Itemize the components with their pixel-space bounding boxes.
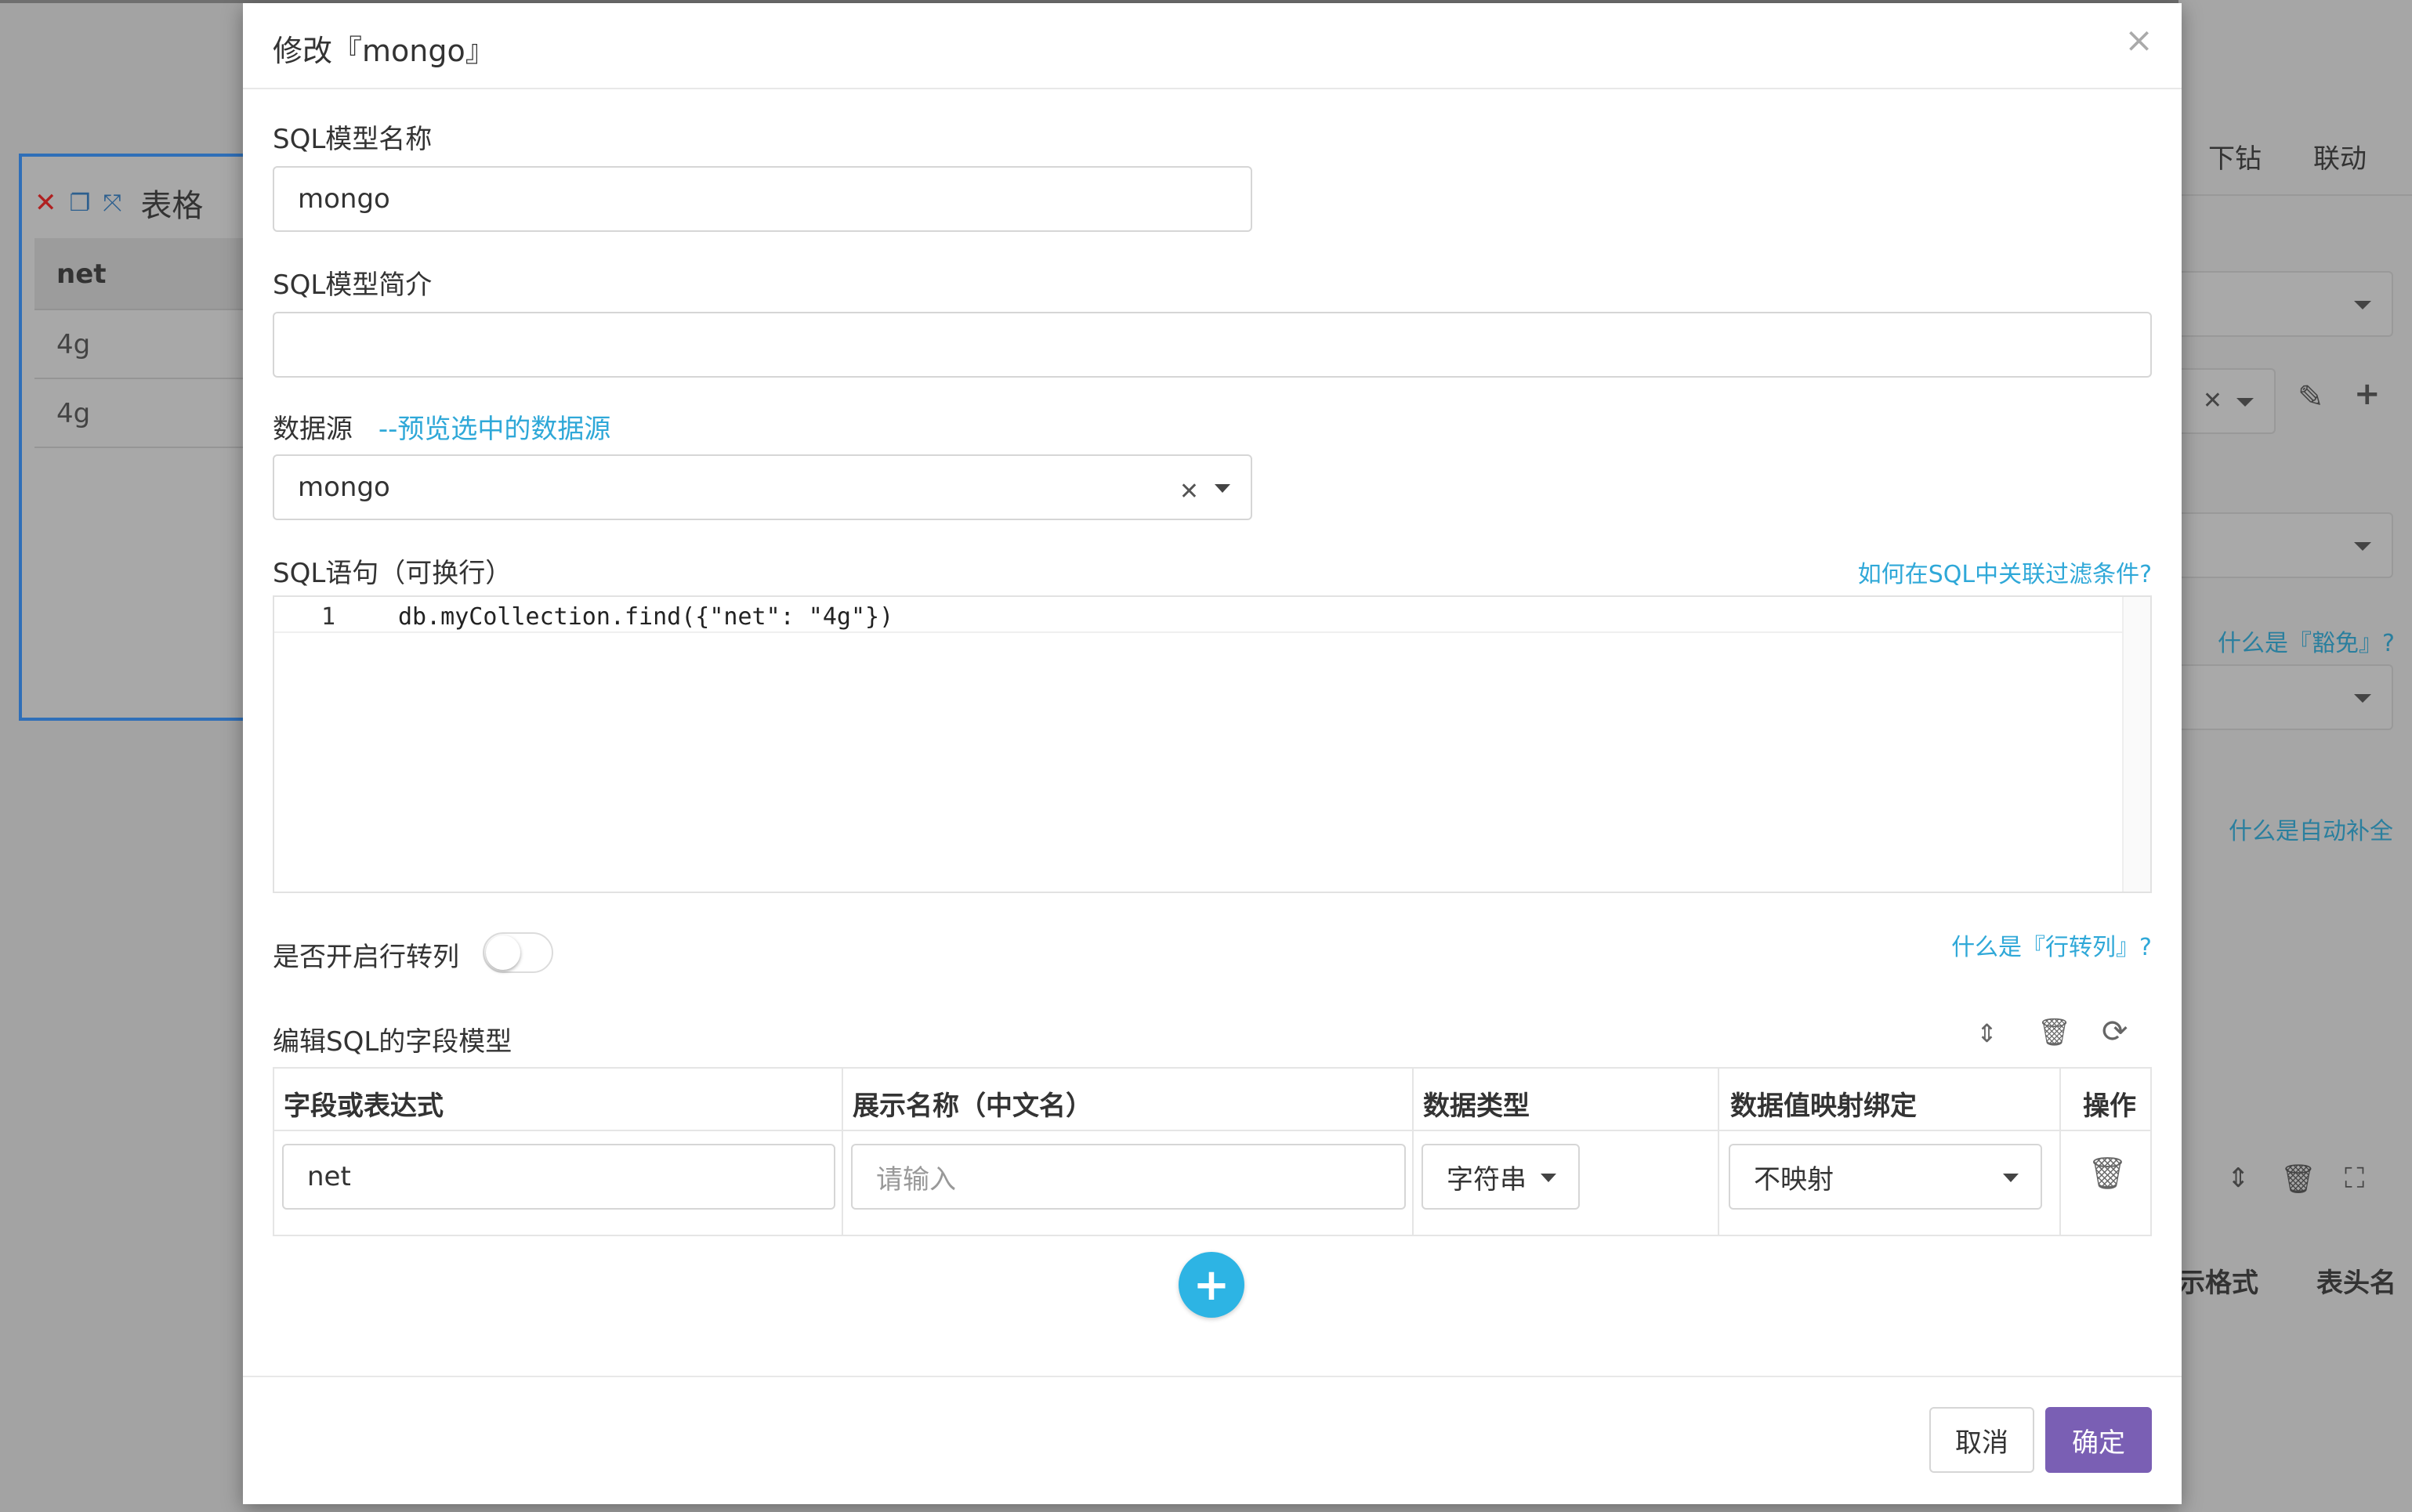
dialog-title: 修改『mongo』: [273, 34, 495, 68]
column-divider: [1718, 1069, 1719, 1235]
close-icon[interactable]: ✕: [34, 187, 57, 219]
help-link-autocomplete[interactable]: 什么是自动补全: [2229, 812, 2393, 846]
caret-down-icon: [2354, 301, 2371, 309]
expand-icon[interactable]: ⤧: [103, 190, 121, 217]
model-desc-input[interactable]: [273, 312, 2152, 378]
value-mapping-select[interactable]: 不映射: [1729, 1144, 2042, 1210]
config-panel: 下钻 联动 ✕ ✎ + 什么是『豁免』? 什么是自动补全 ⇕ 🗑 ⛶ 示格式 表…: [2178, 0, 2412, 1512]
field-model-table: 字段或表达式 展示名称（中文名） 数据类型 数据值映射绑定 操作 net 请输入…: [273, 1067, 2152, 1236]
caret-down-icon: [1215, 484, 1230, 493]
data-type-select[interactable]: 字符串: [1421, 1144, 1580, 1210]
datasource-label: 数据源 --预览选中的数据源: [273, 407, 610, 446]
confirm-button[interactable]: 确定: [2045, 1407, 2152, 1473]
table-row: 4g: [34, 379, 262, 448]
caret-down-icon: [2354, 694, 2371, 703]
model-desc-label: SQL模型简介: [273, 269, 433, 301]
display-name-placeholder: 请输入: [876, 1163, 956, 1195]
field-expression-input[interactable]: net: [282, 1144, 835, 1210]
refresh-icon[interactable]: ⟳: [2102, 1014, 2128, 1050]
panel-select[interactable]: [2178, 271, 2393, 337]
panel-tabs: 下钻 联动: [2178, 118, 2412, 196]
data-type-value: 字符串: [1447, 1163, 1527, 1195]
field-model-label: 编辑SQL的字段模型: [273, 1026, 512, 1058]
preview-datasource-link[interactable]: --预览选中的数据源: [378, 414, 611, 445]
column-divider: [842, 1069, 843, 1235]
field-model-table-header: 字段或表达式 展示名称（中文名） 数据类型 数据值映射绑定 操作: [274, 1069, 2150, 1131]
help-link-exempt[interactable]: 什么是『豁免』?: [2218, 624, 2395, 658]
edit-sql-model-dialog: 修改『mongo』 × SQL模型名称 mongo SQL模型简介 数据源 --…: [243, 3, 2182, 1504]
panel-select[interactable]: ✕: [2178, 368, 2276, 434]
column-header-data-type: 数据类型: [1423, 1091, 1530, 1122]
column-header-actions: 操作: [2083, 1091, 2136, 1122]
widget-title: 表格: [140, 188, 204, 224]
toggle-knob: [486, 935, 520, 970]
fullscreen-icon[interactable]: ⛶: [2345, 1163, 2364, 1195]
line-number: 1: [321, 603, 336, 631]
clear-icon[interactable]: ✕: [2203, 387, 2222, 414]
cancel-button[interactable]: 取消: [1929, 1407, 2034, 1473]
plus-icon: +: [1193, 1259, 1230, 1311]
dialog-header: 修改『mongo』 ×: [243, 3, 2182, 89]
widget-toolbar: ✕ ❐ ⤧ 表格: [34, 180, 203, 226]
trash-icon[interactable]: 🗑: [2037, 1017, 2071, 1048]
datasource-select[interactable]: mongo ✕: [273, 454, 1252, 520]
plus-icon[interactable]: +: [2354, 376, 2381, 412]
panel-select[interactable]: [2178, 664, 2393, 730]
add-field-button[interactable]: +: [1179, 1252, 1244, 1318]
value-mapping-value: 不映射: [1754, 1163, 1834, 1195]
column-header-display-name: 展示名称（中文名）: [853, 1091, 1092, 1122]
sort-icon[interactable]: ⇕: [1976, 1018, 1997, 1048]
trash-icon[interactable]: 🗑: [2280, 1163, 2316, 1195]
editor-scrollbar[interactable]: [2122, 597, 2150, 892]
trash-icon[interactable]: 🗑: [2088, 1155, 2128, 1192]
caret-down-icon: [2003, 1174, 2019, 1182]
close-icon[interactable]: ×: [2124, 20, 2153, 60]
column-divider: [1412, 1069, 1414, 1235]
table-row: 4g: [34, 310, 262, 379]
edit-icon[interactable]: ✎: [2298, 379, 2324, 415]
caret-down-icon: [1541, 1174, 1556, 1182]
pivot-help-link[interactable]: 什么是『行转列』?: [1951, 928, 2152, 962]
column-header-field: 字段或表达式: [284, 1091, 444, 1122]
widget-table-header: net: [34, 238, 262, 310]
sort-icon[interactable]: ⇕: [2227, 1163, 2250, 1194]
column-header-mapping: 数据值映射绑定: [1730, 1091, 1917, 1122]
sql-code[interactable]: db.myCollection.find({"net": "4g"}): [398, 603, 893, 631]
widget-table: net 4g 4g: [34, 238, 262, 448]
datasource-label-text: 数据源: [273, 414, 353, 445]
table-widget: ✕ ❐ ⤧ 表格 net 4g 4g: [19, 154, 262, 721]
dialog-footer: 取消 确定: [243, 1376, 2182, 1504]
sql-label: SQL语句（可换行）: [273, 558, 512, 589]
panel-table-header: 表头名: [2316, 1268, 2396, 1299]
pivot-toggle[interactable]: [483, 932, 553, 973]
display-name-input[interactable]: 请输入: [851, 1144, 1406, 1210]
sql-help-link[interactable]: 如何在SQL中关联过滤条件?: [1858, 555, 2152, 589]
sql-editor[interactable]: 1 db.myCollection.find({"net": "4g"}): [273, 595, 2152, 893]
editor-active-line: 1 db.myCollection.find({"net": "4g"}): [274, 597, 2122, 633]
panel-table-header: 示格式: [2178, 1268, 2258, 1299]
datasource-value: mongo: [298, 472, 390, 503]
tab-drilldown[interactable]: 下钻: [2208, 137, 2262, 175]
model-name-input[interactable]: mongo: [273, 166, 1252, 232]
clear-icon[interactable]: ✕: [1179, 478, 1199, 505]
pivot-label: 是否开启行转列: [273, 942, 459, 973]
caret-down-icon: [2354, 542, 2371, 551]
caret-down-icon: [2236, 398, 2254, 407]
model-name-label: SQL模型名称: [273, 124, 433, 155]
copy-icon[interactable]: ❐: [70, 190, 91, 217]
column-divider: [2059, 1069, 2061, 1235]
panel-select[interactable]: [2178, 512, 2393, 578]
tab-linkage[interactable]: 联动: [2313, 137, 2367, 175]
